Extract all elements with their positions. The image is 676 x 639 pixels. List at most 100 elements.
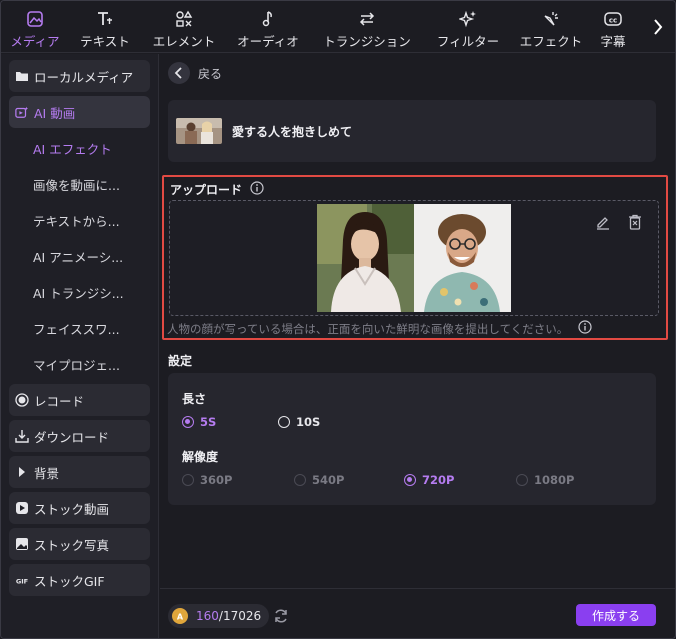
tab-captions-label: 字幕 [600, 34, 626, 49]
resolution-option-label: 720P [422, 473, 455, 487]
sidebar-subitem-ai-transition[interactable]: AI トランジシ... [9, 276, 150, 308]
effect-thumbnail [176, 118, 222, 144]
duration-option-5s[interactable]: 5S [182, 415, 216, 429]
sidebar-item-stock-video[interactable]: ストック動画 [9, 492, 150, 524]
upload-dropzone[interactable] [169, 200, 659, 316]
sidebar-item-label: 背景 [34, 465, 60, 481]
footer-bar: A 160 /17026 作成する [160, 588, 675, 638]
tab-effect-label: エフェクト [519, 34, 583, 49]
duration-option-10s[interactable]: 10S [278, 415, 320, 429]
uploaded-photos [317, 204, 511, 312]
sidebar: ローカルメディア AI 動画 AI エフェクト 画像を動画に... テキストから… [1, 54, 159, 638]
radio-icon [182, 474, 194, 486]
resolution-option-540p[interactable]: 540P [294, 473, 344, 487]
radio-icon [516, 474, 528, 486]
sidebar-item-stock-photo[interactable]: ストック写真 [9, 528, 150, 560]
sidebar-subitem-ai-effect[interactable]: AI エフェクト [9, 132, 150, 164]
tab-transition[interactable]: トランジション [309, 1, 425, 53]
resolution-option-1080p[interactable]: 1080P [516, 473, 574, 487]
tab-captions[interactable]: cc 字幕 [591, 1, 635, 53]
sidebar-item-download[interactable]: ダウンロード [9, 420, 150, 452]
sidebar-item-label: ストック動画 [34, 501, 110, 517]
coin-icon: A [172, 608, 188, 624]
tab-effect[interactable]: エフェクト [511, 1, 591, 53]
sidebar-item-local-media[interactable]: ローカルメディア [9, 60, 150, 92]
info-icon[interactable] [578, 320, 592, 337]
credits-used: 160 [196, 609, 219, 623]
triangle-icon [15, 465, 29, 479]
filter-icon [457, 9, 479, 29]
resolution-option-360p[interactable]: 360P [182, 473, 232, 487]
tab-audio-label: オーディオ [237, 34, 299, 49]
record-icon [15, 393, 29, 407]
svg-text:GIF: GIF [16, 578, 28, 586]
radio-selected-icon [182, 416, 194, 428]
upload-heading: アップロード [170, 181, 264, 198]
download-icon [15, 429, 29, 443]
refresh-icon[interactable] [272, 607, 290, 625]
settings-title: 設定 [168, 354, 193, 368]
folder-icon [15, 69, 29, 83]
radio-icon [294, 474, 306, 486]
back-button[interactable]: 戻る [168, 62, 222, 84]
effect-icon [540, 9, 562, 29]
uploaded-photo-woman [317, 204, 414, 312]
play-icon [15, 501, 29, 515]
sidebar-item-record[interactable]: レコード [9, 384, 150, 416]
tab-filter[interactable]: フィルター [425, 1, 511, 53]
sidebar-subitem-face-swap[interactable]: フェイススワ... [9, 312, 150, 344]
upload-hint-text: 人物の顔が写っている場合は、正面を向いた鮮明な画像を提出してください。 [167, 321, 569, 336]
sidebar-item-ai-video[interactable]: AI 動画 [9, 96, 150, 128]
upload-title: アップロード [170, 183, 243, 197]
tab-filter-label: フィルター [436, 34, 500, 49]
back-label: 戻る [198, 66, 223, 81]
tab-text[interactable]: テキスト [69, 1, 141, 53]
credits-total: /17026 [218, 609, 262, 623]
create-button[interactable]: 作成する [576, 604, 656, 626]
chevron-right-icon[interactable] [647, 15, 669, 39]
uploaded-photo-man [414, 204, 511, 312]
sidebar-subitem-my-projects[interactable]: マイプロジェ... [9, 348, 150, 380]
radio-icon [278, 416, 290, 428]
tab-elements[interactable]: エレメント [141, 1, 227, 53]
duration-option-label: 5S [200, 415, 217, 429]
resolution-option-label: 540P [312, 473, 345, 487]
sidebar-item-label: レコード [34, 393, 85, 409]
ai-video-icon [15, 105, 29, 119]
top-toolbar: メディア テキスト エレメント オーディオ トランジション フィルター エフェク… [1, 1, 675, 53]
duration-option-label: 10S [296, 415, 321, 429]
radio-selected-icon [404, 474, 416, 486]
svg-text:cc: cc [609, 17, 617, 25]
delete-icon[interactable] [626, 213, 644, 231]
sidebar-subitem-text-to-video[interactable]: テキストから... [9, 204, 150, 236]
settings-card: 長さ 5S 10S 解像度 360P 540P 720P 1080P [168, 373, 656, 505]
media-icon [24, 9, 46, 29]
sidebar-item-label: ローカルメディア [34, 69, 134, 85]
chevron-left-icon [168, 62, 190, 84]
sidebar-item-stock-gif[interactable]: GIF ストックGIF [9, 564, 150, 596]
tab-elements-label: エレメント [152, 34, 216, 49]
sidebar-item-label: ストックGIF [34, 573, 105, 589]
sidebar-item-background[interactable]: 背景 [9, 456, 150, 488]
upload-hint: 人物の顔が写っている場合は、正面を向いた鮮明な画像を提出してください。 [167, 320, 592, 337]
tab-transition-label: トランジション [323, 34, 411, 49]
info-icon[interactable] [250, 181, 264, 198]
main-panel: 戻る 愛する人を抱きしめて アップロード 人物の顔が写っている場合は、正面を向い… [160, 54, 675, 638]
sidebar-subitem-ai-animation[interactable]: AI アニメーシ... [9, 240, 150, 272]
resolution-option-label: 360P [200, 473, 233, 487]
text-icon [94, 9, 116, 29]
resolution-option-720p[interactable]: 720P [404, 473, 454, 487]
edit-icon[interactable] [594, 213, 612, 231]
elements-icon [173, 9, 195, 29]
effect-card[interactable]: 愛する人を抱きしめて [168, 100, 656, 162]
credits-badge: A 160 /17026 [168, 604, 270, 628]
gif-icon: GIF [15, 573, 29, 587]
tab-audio[interactable]: オーディオ [227, 1, 309, 53]
tab-media[interactable]: メディア [1, 1, 69, 53]
app-window: メディア テキスト エレメント オーディオ トランジション フィルター エフェク… [0, 0, 676, 639]
resolution-option-label: 1080P [534, 473, 575, 487]
sidebar-item-label: AI 動画 [34, 105, 76, 121]
sidebar-subitem-image-to-video[interactable]: 画像を動画に... [9, 168, 150, 200]
sidebar-item-label: ダウンロード [34, 429, 110, 445]
resolution-label: 解像度 [182, 450, 219, 464]
